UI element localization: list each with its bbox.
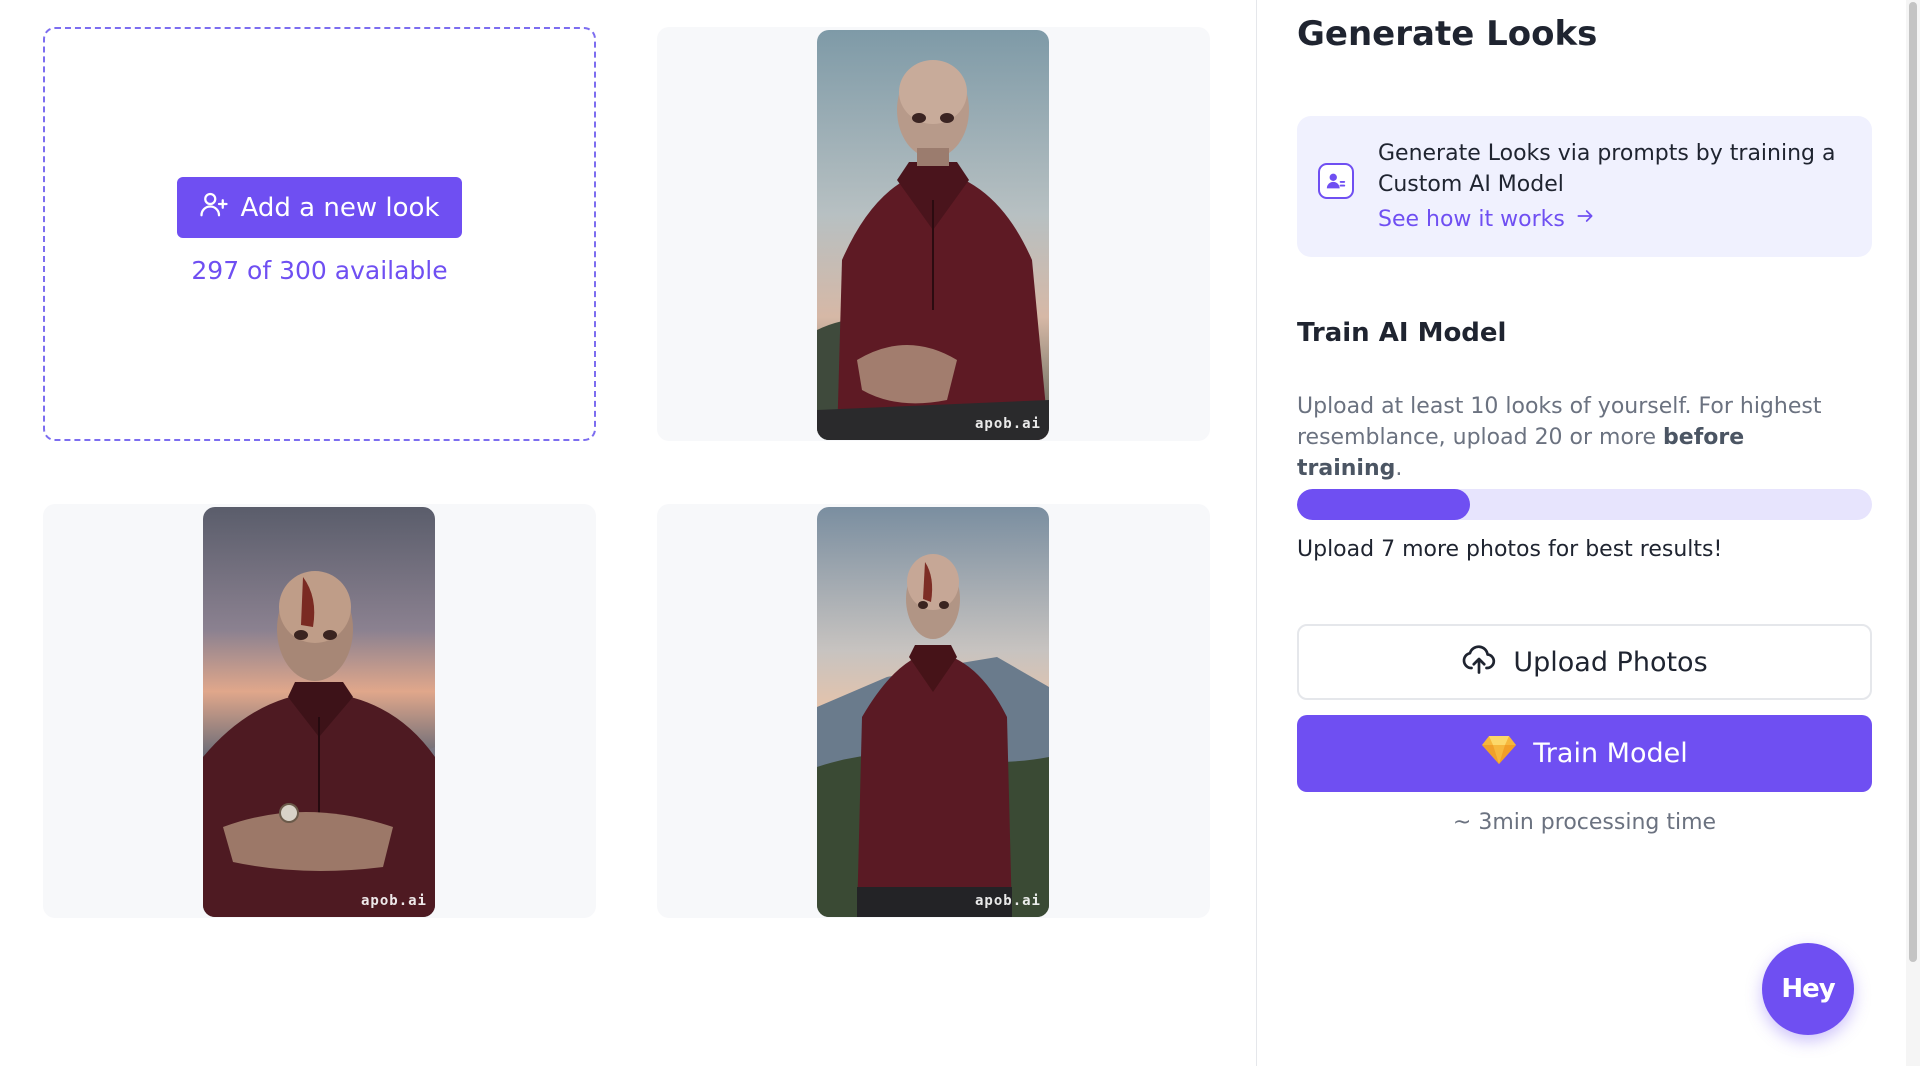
chat-bubble-label: Hey xyxy=(1781,974,1835,1004)
arrow-right-icon xyxy=(1575,206,1595,232)
look-photo-image xyxy=(203,507,435,917)
scrollbar-thumb[interactable] xyxy=(1909,2,1917,962)
user-plus-icon xyxy=(199,189,229,226)
look-photo-image xyxy=(817,507,1049,917)
info-text: Generate Looks via prompts by training a… xyxy=(1378,141,1836,197)
watermark: apob.ai xyxy=(360,893,427,909)
add-look-content: Add a new look 297 of 300 available xyxy=(45,177,594,285)
processing-time-note: ~ 3min processing time xyxy=(1452,810,1717,835)
page: Add a new look 297 of 300 available apob… xyxy=(0,0,1920,1066)
upload-photos-label: Upload Photos xyxy=(1513,646,1708,678)
watermark: apob.ai xyxy=(974,416,1041,432)
look-photo[interactable]: apob.ai xyxy=(203,507,435,917)
train-description: Upload at least 10 looks of yourself. Fo… xyxy=(1297,391,1857,484)
train-description-suffix: . xyxy=(1395,456,1403,481)
look-photo[interactable]: apob.ai xyxy=(817,507,1049,917)
watermark: apob.ai xyxy=(974,893,1041,909)
scrollbar[interactable] xyxy=(1906,0,1920,1066)
looks-grid: Add a new look 297 of 300 available apob… xyxy=(0,0,1256,1066)
look-card[interactable]: apob.ai xyxy=(43,504,596,918)
chat-bubble-button[interactable]: Hey xyxy=(1762,943,1854,1035)
generate-looks-panel: Generate Looks Generate Looks via prompt… xyxy=(1256,0,1920,1066)
cloud-upload-icon xyxy=(1461,641,1497,684)
upload-hint: Upload 7 more photos for best results! xyxy=(1297,537,1723,562)
train-section-title: Train AI Model xyxy=(1297,318,1507,348)
look-card[interactable]: apob.ai xyxy=(657,504,1210,918)
panel-title: Generate Looks xyxy=(1297,14,1598,54)
train-model-button[interactable]: Train Model xyxy=(1297,715,1872,792)
diamond-icon xyxy=(1481,734,1517,773)
upload-progress-fill xyxy=(1297,489,1470,520)
look-photo-image xyxy=(817,30,1049,440)
looks-availability: 297 of 300 available xyxy=(191,256,448,285)
add-look-card[interactable]: Add a new look 297 of 300 available xyxy=(43,27,596,441)
info-box: Generate Looks via prompts by training a… xyxy=(1297,116,1872,257)
train-model-label: Train Model xyxy=(1533,738,1688,769)
add-new-look-button[interactable]: Add a new look xyxy=(176,177,463,238)
see-how-it-works-label: See how it works xyxy=(1378,206,1565,232)
add-new-look-label: Add a new look xyxy=(240,192,440,223)
see-how-it-works-link[interactable]: See how it works xyxy=(1378,206,1595,232)
upload-photos-button[interactable]: Upload Photos xyxy=(1297,624,1872,700)
look-card[interactable]: apob.ai xyxy=(657,27,1210,441)
look-photo[interactable]: apob.ai xyxy=(817,30,1049,440)
user-card-icon xyxy=(1318,163,1354,199)
upload-progress-bar xyxy=(1297,489,1872,520)
